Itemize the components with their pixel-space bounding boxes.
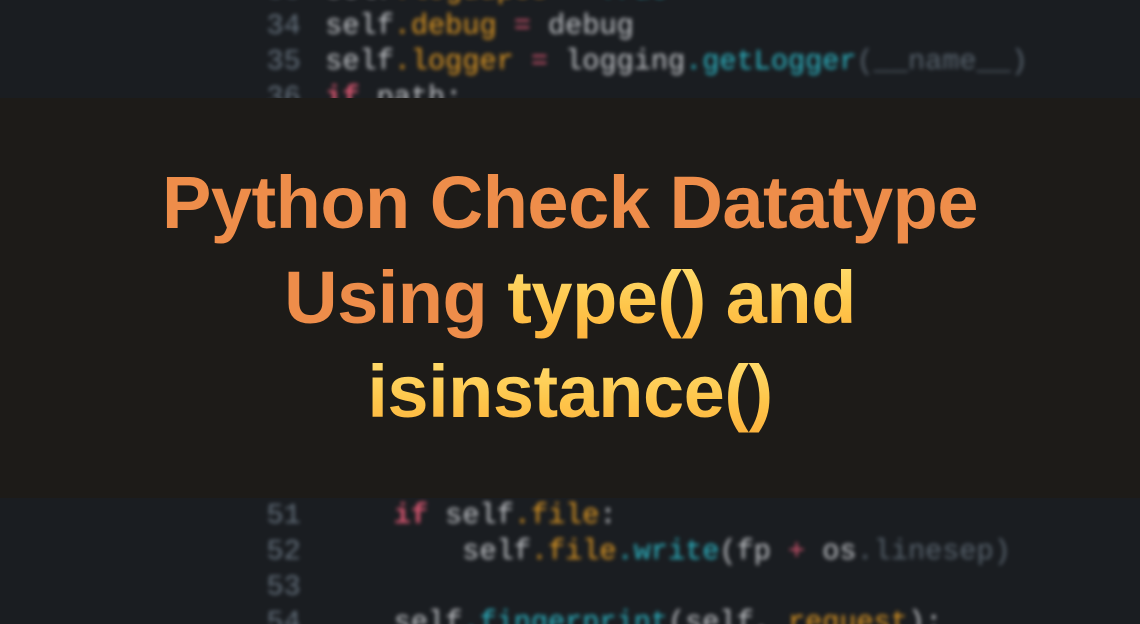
code-line: 33self.logdupes = True [254,0,1140,9]
title-line-2-yellow: type() and [507,256,856,339]
title-line-2-orange: Using [284,256,507,339]
title-line-3: isinstance() [367,350,772,433]
title-overlay: Python Check Datatype Using type() and i… [0,98,1140,498]
code-line: 54 self.fingerprint(self, request): [254,606,1140,624]
line-number: 51 [254,499,325,535]
code-line: 53 [254,570,1140,606]
title-line-1: Python Check Datatype [162,161,978,244]
code-line: 35self.logger = logging.getLogger(__name… [254,45,1140,81]
line-number: 54 [254,606,325,624]
line-number: 34 [254,9,325,45]
line-number: 53 [254,570,325,606]
code-line: 34self.debug = debug [254,9,1140,45]
code-snippet-bottom: 51 if self.file: 52 self.file.write(fp +… [254,499,1140,624]
line-number: 35 [254,45,325,81]
page-title: Python Check Datatype Using type() and i… [162,156,978,440]
line-number: 33 [254,0,325,9]
code-line: 52 self.file.write(fp + os.linesep) [254,534,1140,570]
code-line: 51 if self.file: [254,499,1140,535]
line-number: 52 [254,534,325,570]
